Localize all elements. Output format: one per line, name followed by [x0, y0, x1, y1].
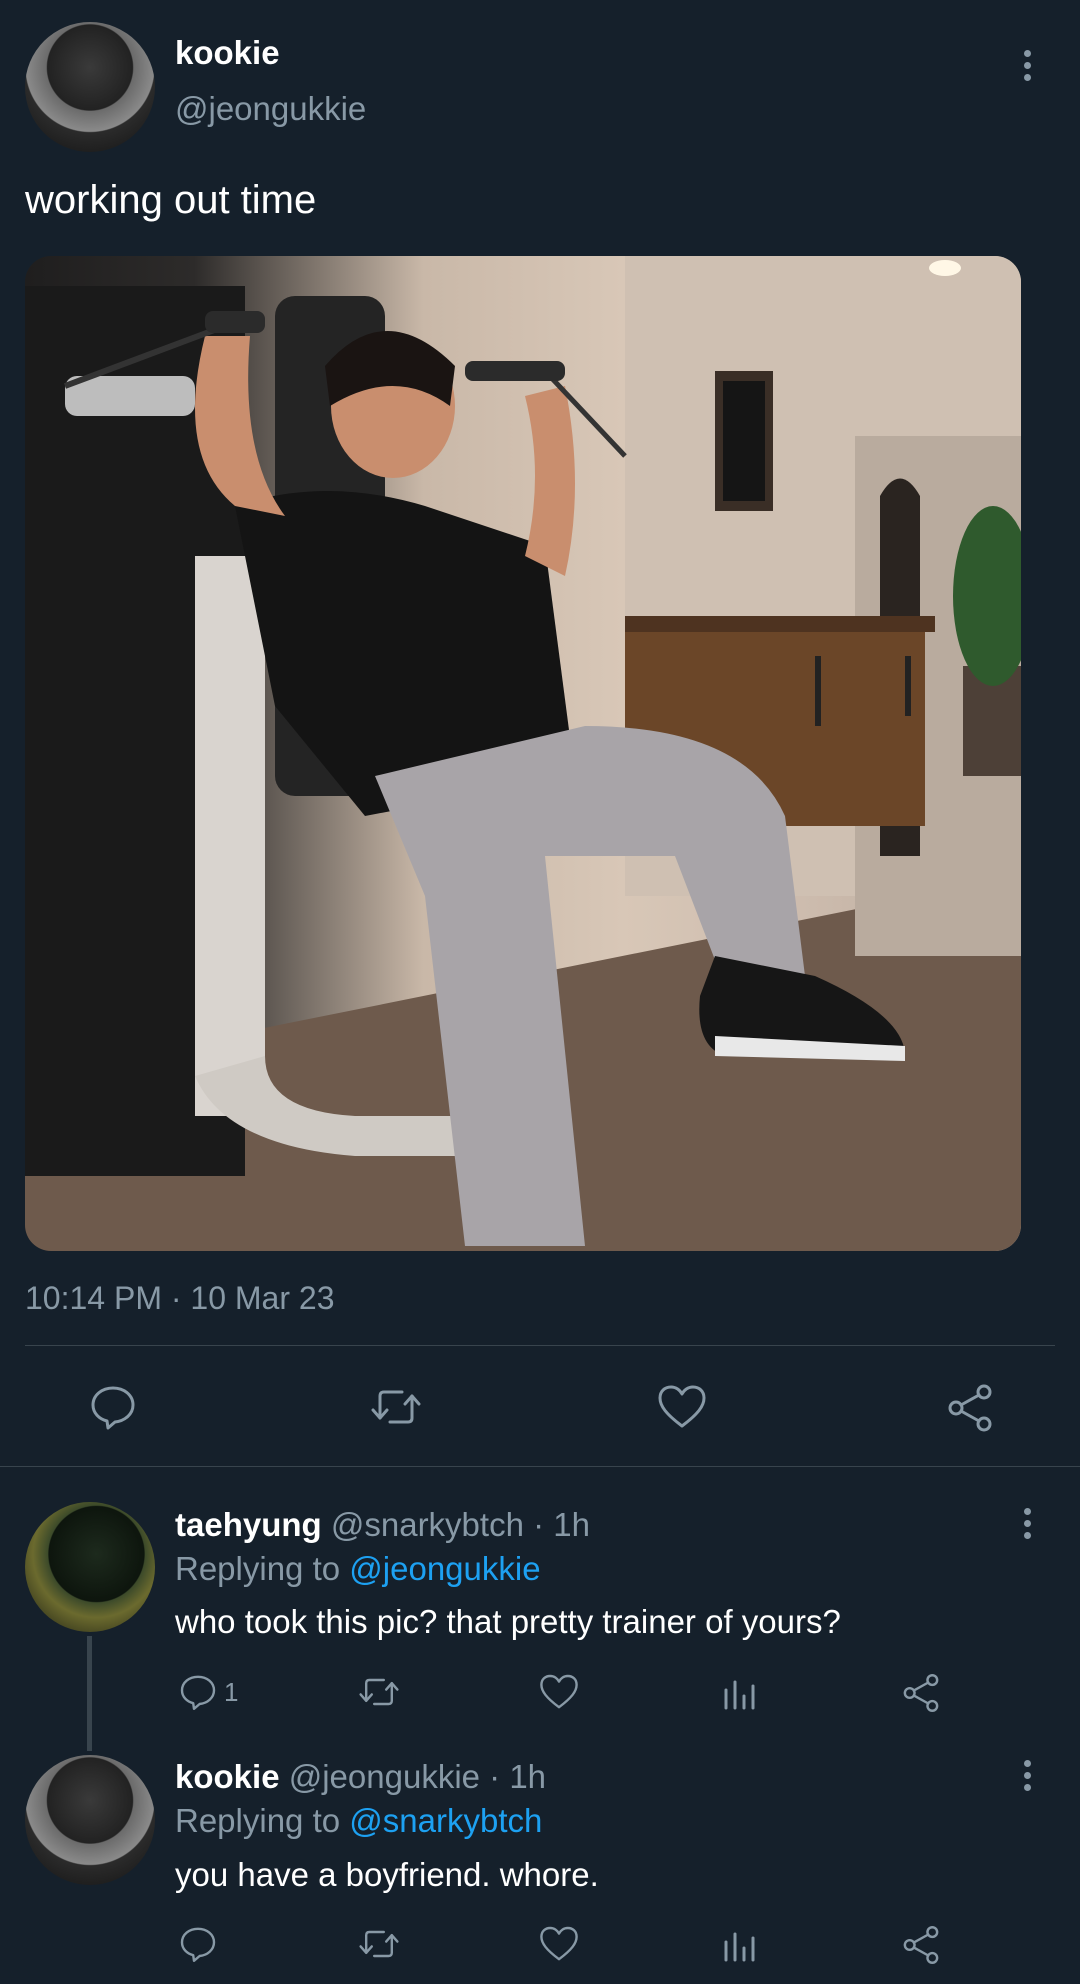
reply-analytics-button[interactable]: [720, 1672, 760, 1717]
more-options-icon[interactable]: [1024, 1760, 1032, 1796]
reply-retweet-button[interactable]: [356, 1924, 402, 1969]
reply-like-button[interactable]: [538, 1924, 580, 1969]
tweet-image-illustration: [25, 256, 1021, 1251]
share-button[interactable]: [944, 1382, 996, 1439]
retweet-arrows-icon: [371, 1390, 421, 1424]
reply-handle[interactable]: @snarkybtch: [331, 1506, 524, 1543]
author-avatar[interactable]: [25, 22, 155, 152]
bar-chart-icon: [724, 1680, 755, 1710]
reply-text: you have a boyfriend. whore.: [175, 1856, 599, 1893]
bar-chart-icon: [724, 1932, 755, 1962]
replying-to-line: Replying to @jeongukkie: [175, 1550, 541, 1588]
speech-bubble-icon: [180, 1675, 216, 1710]
retweet-button[interactable]: [368, 1382, 424, 1437]
reply-header: taehyung @snarkybtch · 1h: [175, 1506, 590, 1544]
reply-display-name[interactable]: kookie: [175, 1758, 280, 1795]
like-button[interactable]: [656, 1382, 708, 1437]
reply-share-button[interactable]: [900, 1672, 942, 1719]
tweet-timestamp: 10:14 PM · 10 Mar 23: [25, 1280, 335, 1316]
section-divider: [0, 1466, 1080, 1467]
share-nodes-icon: [903, 1926, 939, 1964]
reply-like-button[interactable]: [538, 1672, 580, 1717]
share-nodes-icon: [948, 1384, 992, 1432]
reply-avatar[interactable]: [25, 1755, 155, 1885]
reply-reply-button[interactable]: [178, 1924, 218, 1969]
reply-handle[interactable]: @jeongukkie: [289, 1758, 480, 1795]
heart-icon: [540, 1674, 578, 1709]
speech-bubble-icon: [91, 1386, 135, 1430]
reply-display-name[interactable]: taehyung: [175, 1506, 322, 1543]
reply-count: 1: [224, 1676, 239, 1707]
author-display-name[interactable]: kookie: [175, 34, 280, 72]
reply-time: · 1h: [489, 1758, 547, 1795]
reply-reply-button[interactable]: 1: [178, 1672, 238, 1712]
heart-icon: [658, 1385, 706, 1428]
reply-text: who took this pic? that pretty trainer o…: [175, 1603, 841, 1640]
timestamp-divider: [25, 1345, 1055, 1346]
replying-to-label: Replying to: [175, 1802, 341, 1839]
author-handle[interactable]: @jeongukkie: [175, 90, 366, 128]
tweet-text: working out time: [25, 178, 317, 222]
retweet-arrows-icon: [359, 1678, 399, 1706]
more-options-icon[interactable]: [1024, 50, 1032, 86]
reply-analytics-button[interactable]: [720, 1924, 760, 1969]
replying-to-label: Replying to: [175, 1550, 341, 1587]
tweet-image[interactable]: [25, 256, 1021, 1251]
reply-share-button[interactable]: [900, 1924, 942, 1971]
reply-header: kookie @jeongukkie · 1h: [175, 1758, 546, 1796]
reply-retweet-button[interactable]: [356, 1672, 402, 1717]
replying-to-line: Replying to @snarkybtch: [175, 1802, 542, 1840]
replying-to-handle[interactable]: @snarkybtch: [349, 1802, 542, 1839]
heart-icon: [540, 1926, 578, 1961]
thread-connector-line: [87, 1636, 92, 1751]
speech-bubble-icon: [180, 1927, 216, 1962]
share-nodes-icon: [903, 1674, 939, 1712]
retweet-arrows-icon: [359, 1930, 399, 1958]
reply-time: · 1h: [533, 1506, 590, 1543]
more-options-icon[interactable]: [1024, 1508, 1032, 1544]
replying-to-handle[interactable]: @jeongukkie: [349, 1550, 540, 1587]
reply-button[interactable]: [88, 1382, 138, 1437]
reply-avatar[interactable]: [25, 1502, 155, 1632]
